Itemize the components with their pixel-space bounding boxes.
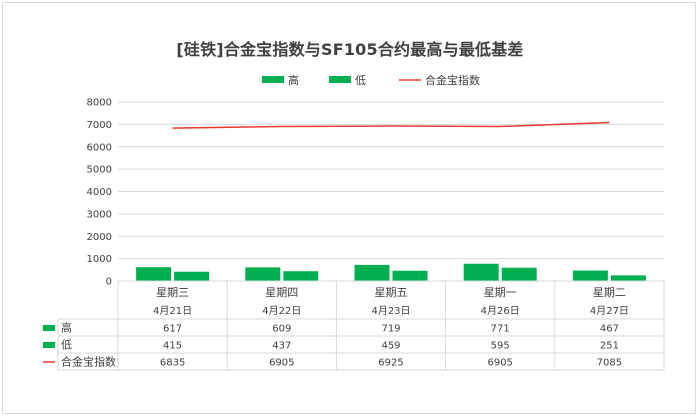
table-cell: 251 <box>600 341 619 352</box>
category-date: 4月26日 <box>481 305 520 317</box>
table-row-header: 低 <box>61 339 72 352</box>
category-date: 4月22日 <box>262 305 301 317</box>
table-row-key <box>43 325 55 331</box>
table-row-header: 高 <box>61 321 72 335</box>
table-row-header: 合金宝指数 <box>61 355 116 369</box>
bar-high <box>572 270 608 281</box>
category-date: 4月21日 <box>153 305 192 317</box>
category-weekday: 星期三 <box>156 286 189 299</box>
table-cell: 467 <box>600 324 619 335</box>
legend-label-0: 高 <box>288 73 299 87</box>
table-cell: 595 <box>491 341 510 352</box>
y-tick-label: 4000 <box>87 187 112 198</box>
category-weekday: 星期二 <box>593 286 626 299</box>
bar-low <box>174 271 210 281</box>
table-cell: 719 <box>381 324 400 335</box>
bar-low <box>283 271 319 281</box>
y-tick-label: 1000 <box>87 254 112 265</box>
category-weekday: 星期一 <box>484 286 517 299</box>
y-tick-label: 3000 <box>87 209 112 220</box>
y-tick-label: 7000 <box>87 120 112 131</box>
bar-low <box>610 275 646 281</box>
bar-high <box>136 267 172 281</box>
table-cell: 609 <box>272 324 291 335</box>
table-cell: 6835 <box>160 358 185 369</box>
table-row-key <box>43 342 55 348</box>
bar-high <box>245 267 281 281</box>
table-cell: 437 <box>272 341 291 352</box>
table-cell: 6905 <box>487 358 512 369</box>
y-tick-label: 2000 <box>87 232 112 243</box>
index-line <box>172 121 610 129</box>
legend-label-1: 低 <box>355 74 366 87</box>
table-cell: 6905 <box>269 358 294 369</box>
table-cell: 6925 <box>378 358 403 369</box>
y-tick-label: 0 <box>106 277 112 288</box>
legend-swatch-0 <box>262 76 284 83</box>
table-cell: 771 <box>491 324 510 335</box>
category-date: 4月23日 <box>371 305 410 317</box>
bar-high <box>354 264 390 281</box>
chart-svg: 高低合金宝指数010002000300040005000600070008000… <box>43 73 665 371</box>
y-tick-label: 8000 <box>87 98 112 109</box>
bar-high <box>463 263 499 281</box>
category-date: 4月27日 <box>590 305 629 317</box>
category-weekday: 星期五 <box>375 286 408 299</box>
table-cell: 617 <box>163 324 182 335</box>
y-tick-label: 6000 <box>87 142 112 153</box>
legend-label-2: 合金宝指数 <box>425 73 480 87</box>
y-tick-label: 5000 <box>87 165 112 176</box>
bar-low <box>392 270 428 281</box>
category-weekday: 星期四 <box>265 286 298 299</box>
bar-low <box>501 267 537 281</box>
table-cell: 415 <box>163 341 182 352</box>
legend-swatch-1 <box>329 76 351 83</box>
table-cell: 7085 <box>597 358 622 369</box>
table-cell: 459 <box>381 341 400 352</box>
